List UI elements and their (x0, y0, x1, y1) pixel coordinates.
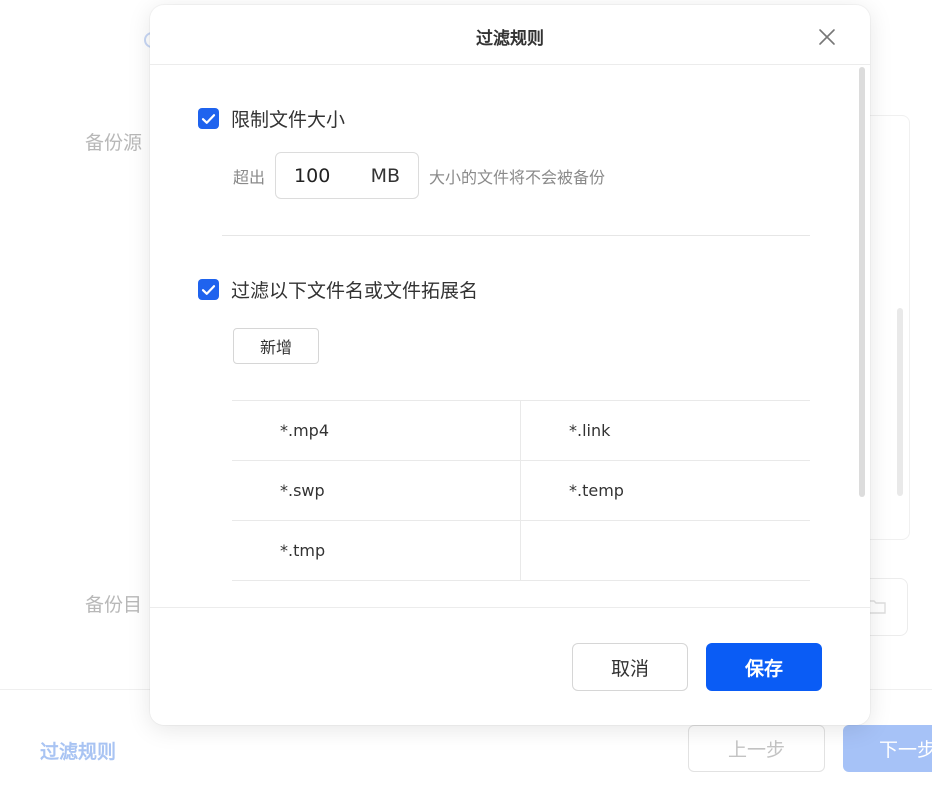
size-input-box[interactable]: MB (275, 152, 420, 199)
extension-item[interactable]: *.tmp (232, 521, 521, 581)
extension-item[interactable]: *.temp (521, 461, 810, 521)
filter-rules-dialog: 过滤规则 限制文件大小 超出 MB 大小的文件将不会被备份 (150, 5, 870, 725)
size-limit-suffix: 大小的文件将不会被备份 (429, 167, 606, 187)
dialog-scrollbar[interactable] (858, 65, 866, 498)
section-divider (222, 235, 810, 236)
checkmark-icon (201, 284, 216, 295)
dialog-header: 过滤规则 (150, 5, 870, 65)
extension-item[interactable]: *.swp (232, 461, 521, 521)
filter-rules-link[interactable]: 过滤规则 (40, 737, 116, 764)
backup-target-label: 备份目 (85, 594, 143, 616)
name-filter-label: 过滤以下文件名或文件拓展名 (231, 280, 479, 302)
cancel-button[interactable]: 取消 (572, 643, 688, 691)
extension-table: *.mp4 *.link *.swp *.temp *.tmp (232, 400, 810, 581)
add-extension-button[interactable]: 新增 (233, 328, 319, 364)
name-filter-checkbox[interactable] (198, 279, 219, 300)
previous-step-button[interactable]: 上一步 (688, 725, 825, 772)
size-unit: MB (370, 164, 401, 187)
size-limit-input[interactable] (294, 164, 355, 187)
extension-item-empty (521, 521, 810, 581)
extension-item[interactable]: *.mp4 (232, 401, 521, 461)
source-list-panel (870, 115, 910, 540)
size-limit-setting: 超出 MB 大小的文件将不会被备份 (233, 152, 605, 199)
size-limit-prefix: 超出 (233, 167, 266, 187)
name-filter-option[interactable]: 过滤以下文件名或文件拓展名 (198, 276, 478, 303)
backup-page: 备份源 备份目 过滤规则 上一步 下一步 过滤规则 限制文件大小 超出 100 … (0, 0, 932, 789)
close-icon[interactable] (814, 24, 840, 50)
next-step-button[interactable]: 下一步 (843, 725, 932, 772)
dialog-scrollbar-thumb[interactable] (859, 67, 865, 497)
save-button[interactable]: 保存 (706, 643, 822, 691)
dialog-title: 过滤规则 (476, 29, 544, 49)
backup-source-label: 备份源 (85, 132, 143, 154)
extension-item[interactable]: *.link (521, 401, 810, 461)
dialog-footer: 取消 保存 (150, 607, 870, 725)
source-list-scrollbar[interactable] (897, 308, 903, 496)
size-limit-label: 限制文件大小 (231, 109, 346, 131)
checkmark-icon (201, 113, 216, 124)
size-limit-checkbox[interactable] (198, 108, 219, 129)
size-limit-option[interactable]: 限制文件大小 (198, 105, 345, 132)
